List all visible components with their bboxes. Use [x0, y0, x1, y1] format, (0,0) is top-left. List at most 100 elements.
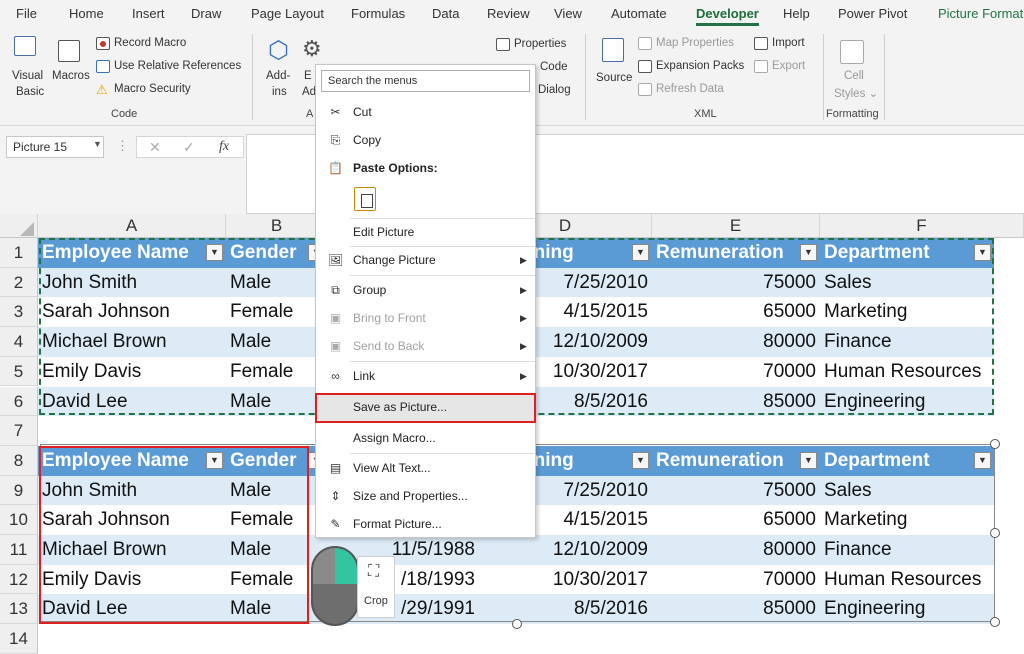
record-macro-label: Record Macro: [114, 37, 187, 49]
right-click-mouse-icon: [311, 546, 359, 626]
excel-addins-label: E: [304, 70, 312, 82]
row-header[interactable]: 11: [0, 535, 38, 565]
row-header[interactable]: 5: [0, 356, 38, 387]
row-header[interactable]: 2: [0, 267, 38, 298]
cancel-icon[interactable]: ✕: [149, 139, 161, 156]
paste-options-heading: 📋 Paste Options:: [328, 161, 438, 175]
use-relative-references-button[interactable]: Use Relative References: [96, 59, 246, 77]
tab-picture-format[interactable]: Picture Format: [938, 6, 1023, 21]
row-header[interactable]: 13: [0, 594, 38, 625]
row-header[interactable]: 1: [0, 238, 38, 268]
row-header[interactable]: 3: [0, 297, 38, 328]
export-icon: [754, 60, 768, 73]
expansion-packs-button[interactable]: Expansion Packs: [638, 59, 748, 77]
source-button[interactable]: Source: [594, 34, 636, 104]
tab-view[interactable]: View: [554, 6, 582, 21]
addins-button[interactable]: ⬡ Add- ins: [262, 34, 300, 104]
group-separator: [884, 34, 885, 120]
row-header[interactable]: 12: [0, 564, 38, 595]
cell-styles-button[interactable]: Cell Styles ⌄: [830, 34, 880, 104]
column-header-e[interactable]: E: [652, 214, 820, 238]
row-header[interactable]: 10: [0, 505, 38, 535]
row-header[interactable]: 9: [0, 475, 38, 506]
menu-item-assign-macro[interactable]: Assign Macro...: [316, 425, 535, 452]
view-code-button[interactable]: Code: [540, 61, 568, 73]
map-properties-button[interactable]: Map Properties: [638, 36, 748, 54]
xml-source-icon: [602, 38, 624, 62]
context-menu: Search the menus ✂ Cut ⎘ Copy 📋 Paste Optio…: [315, 64, 536, 538]
map-properties-label: Map Properties: [656, 37, 734, 49]
menu-item-bring-to-front[interactable]: ▣ Bring to Front ▶: [316, 305, 535, 332]
insert-function-icon[interactable]: fx: [219, 139, 229, 155]
tab-power-pivot[interactable]: Power Pivot: [838, 6, 907, 21]
column-header-f[interactable]: F: [820, 214, 1024, 238]
menu-item-cut[interactable]: ✂ Cut: [316, 99, 535, 126]
record-macro-button[interactable]: Record Macro: [96, 36, 246, 54]
resize-handle[interactable]: [512, 619, 522, 629]
column-header-b[interactable]: B: [226, 214, 328, 238]
column-header-a[interactable]: A: [38, 214, 226, 238]
tab-file[interactable]: File: [16, 6, 37, 21]
properties-button[interactable]: Properties: [514, 38, 566, 50]
paste-picture-option[interactable]: [354, 187, 376, 211]
tab-help[interactable]: Help: [783, 6, 810, 21]
size-properties-icon: ⇕: [330, 489, 341, 503]
bring-to-front-icon: ▣: [329, 311, 342, 325]
menu-item-save-as-picture[interactable]: Save as Picture...: [315, 393, 536, 423]
menu-item-send-to-back[interactable]: ▣ Send to Back ▶: [316, 333, 535, 360]
tab-draw[interactable]: Draw: [191, 6, 221, 21]
resize-handle[interactable]: [990, 439, 1000, 449]
search-menus-input[interactable]: Search the menus: [321, 70, 530, 92]
resize-handle[interactable]: [990, 617, 1000, 627]
import-button[interactable]: Import: [754, 36, 814, 54]
menu-item-size-and-properties[interactable]: ⇕ Size and Properties...: [316, 483, 535, 510]
submenu-arrow-icon: ▶: [520, 255, 527, 265]
menu-item-view-alt-text[interactable]: ▤ View Alt Text...: [316, 455, 535, 482]
menu-item-edit-picture[interactable]: Edit Picture: [316, 219, 535, 246]
tab-home[interactable]: Home: [69, 6, 104, 21]
macro-security-button[interactable]: ⚠ Macro Security: [96, 82, 246, 100]
crop-button[interactable]: ⛶ Crop: [357, 556, 395, 618]
visual-basic-button[interactable]: Visual Basic: [10, 34, 50, 104]
tab-formulas[interactable]: Formulas: [351, 6, 405, 21]
properties-icon: [496, 38, 510, 51]
row-header[interactable]: 7: [0, 416, 38, 446]
export-button[interactable]: Export: [754, 59, 814, 77]
group-separator: [585, 34, 586, 120]
tab-page-layout[interactable]: Page Layout: [251, 6, 324, 21]
row-header[interactable]: 6: [0, 386, 38, 417]
hexagon-icon: ⬡: [268, 37, 289, 64]
menu-item-copy[interactable]: ⎘ Copy: [316, 127, 535, 154]
export-label: Export: [772, 60, 806, 72]
tab-insert[interactable]: Insert: [132, 6, 165, 21]
source-label: Source: [596, 72, 633, 84]
macros-button[interactable]: Macros: [50, 34, 92, 104]
check-icon[interactable]: ✓: [183, 139, 195, 156]
row-header[interactable]: 14: [0, 624, 38, 654]
menu-item-change-picture[interactable]: 🖼 Change Picture ▶: [316, 247, 535, 274]
resize-handle[interactable]: [990, 528, 1000, 538]
code-group-label: Code: [111, 108, 138, 120]
formula-buttons: ✕ ✓ fx: [136, 136, 244, 158]
row-header[interactable]: 8: [0, 445, 38, 476]
select-all-corner[interactable]: [0, 214, 38, 238]
row-header[interactable]: 4: [0, 327, 38, 357]
run-dialog-button[interactable]: Dialog: [538, 84, 571, 96]
menu-separator: [350, 361, 535, 362]
menu-item-link[interactable]: ∞ Link ▶: [316, 363, 535, 390]
tab-review[interactable]: Review: [487, 6, 530, 21]
tab-data[interactable]: Data: [432, 6, 459, 21]
name-box[interactable]: Picture 15 ▼: [6, 136, 104, 158]
menu-item-group[interactable]: ⧉ Group ▶: [316, 277, 535, 304]
refresh-data-button[interactable]: Refresh Data: [638, 82, 748, 100]
visual-basic-label: Visual: [12, 70, 44, 82]
alt-text-icon: ▤: [329, 461, 342, 475]
menu-item-format-picture[interactable]: ✎ Format Picture...: [316, 511, 535, 538]
tab-automate[interactable]: Automate: [611, 6, 667, 21]
scissors-icon: ✂: [330, 105, 341, 119]
group-separator: [252, 34, 253, 120]
visual-basic-label-2: Basic: [16, 86, 45, 98]
xml-group-label: XML: [694, 108, 717, 120]
tab-developer[interactable]: Developer: [696, 6, 759, 26]
cell-styles-label: Cell: [844, 70, 864, 82]
